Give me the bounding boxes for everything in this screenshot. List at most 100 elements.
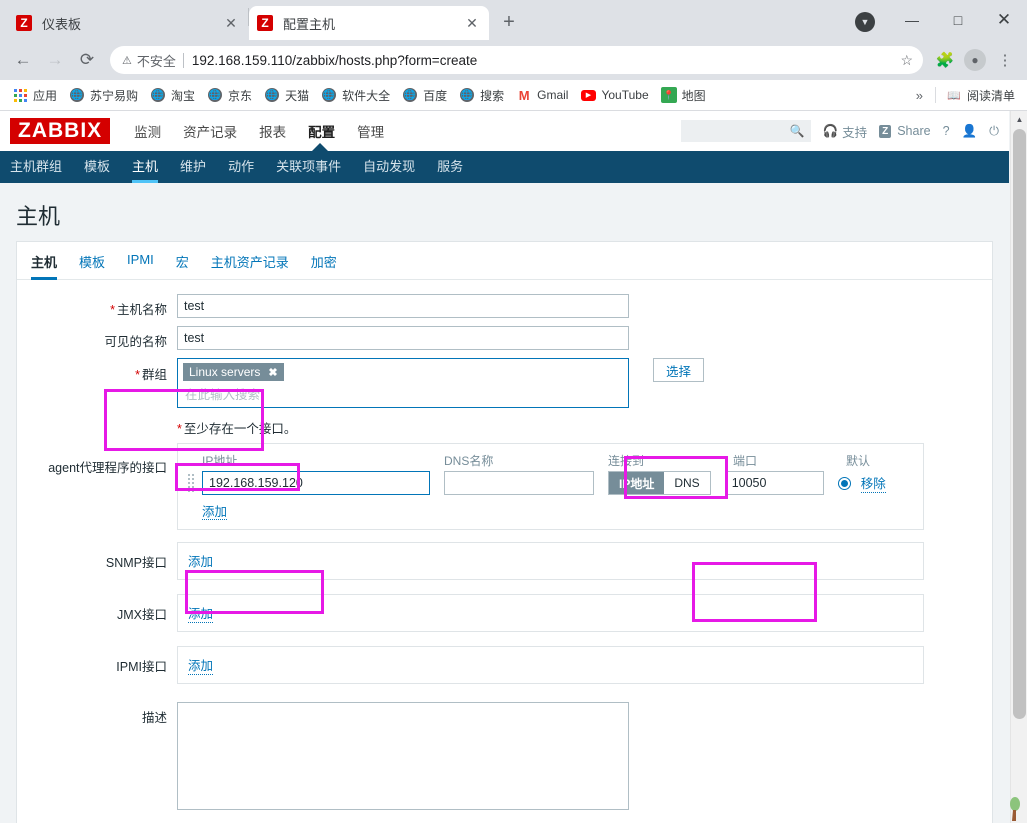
subnav-item-discovery[interactable]: 自动发现 bbox=[363, 151, 415, 183]
page-viewport: ZABBIX 监测 资产记录 报表 配置 管理 🔍 🎧 支持 Z Share ?… bbox=[0, 111, 1027, 823]
bookmark-taobao[interactable]: 🌐 淘宝 bbox=[144, 83, 201, 107]
bookmarks-overflow-icon[interactable]: » bbox=[908, 88, 931, 103]
interface-dns-input[interactable] bbox=[444, 471, 594, 495]
subnav-item-maintenance[interactable]: 维护 bbox=[180, 151, 206, 183]
bookmark-baidu[interactable]: 🌐 百度 bbox=[396, 83, 453, 107]
drag-handle-icon[interactable] bbox=[188, 474, 198, 492]
interface-hint-spacer bbox=[17, 418, 177, 423]
browser-tab-configure-host[interactable]: Z 配置主机 ✕ bbox=[249, 6, 489, 40]
bookmark-label: 天猫 bbox=[285, 88, 310, 103]
bookmark-search[interactable]: 🌐 搜索 bbox=[453, 83, 510, 107]
search-input[interactable] bbox=[686, 123, 805, 139]
bookmark-label: 苏宁易购 bbox=[90, 88, 139, 103]
group-chip-linux-servers[interactable]: Linux servers ✖ bbox=[183, 363, 284, 381]
support-link[interactable]: 🎧 支持 bbox=[823, 122, 868, 141]
connect-to-option-dns[interactable]: DNS bbox=[664, 472, 710, 494]
globe-icon: 🌐 bbox=[151, 88, 166, 102]
avatar: ● bbox=[964, 49, 986, 71]
page-scrollbar[interactable]: ▲ bbox=[1010, 111, 1027, 823]
connect-to-toggle[interactable]: IP地址 DNS bbox=[608, 471, 711, 495]
profile-icon[interactable]: ● bbox=[961, 46, 989, 74]
bookmark-maps[interactable]: 📍 地图 bbox=[655, 83, 712, 107]
col-header-dns: DNS名称 bbox=[444, 454, 494, 468]
subnav-item-actions[interactable]: 动作 bbox=[228, 151, 254, 183]
bookmark-suning[interactable]: 🌐 苏宁易购 bbox=[63, 83, 144, 107]
subnav-item-hosts[interactable]: 主机 bbox=[132, 151, 159, 183]
tab-host[interactable]: 主机 bbox=[31, 252, 58, 280]
download-indicator-icon[interactable]: ▼ bbox=[855, 12, 875, 32]
agent-interface-column-headers: IP地址 DNS名称 连接到 端口 默认 bbox=[188, 452, 913, 469]
groups-search-placeholder[interactable]: 在此输入搜索 bbox=[183, 381, 623, 404]
reading-list-label: 阅读清单 bbox=[966, 88, 1015, 103]
zabbix-logo[interactable]: ZABBIX bbox=[10, 118, 111, 144]
groups-multiselect[interactable]: Linux servers ✖ 在此输入搜索 bbox=[177, 358, 629, 408]
visible-name-input[interactable] bbox=[177, 326, 629, 350]
bookmark-star-icon[interactable]: ☆ bbox=[900, 52, 913, 69]
bookmark-jd[interactable]: 🌐 京东 bbox=[201, 83, 258, 107]
back-icon[interactable]: ← bbox=[8, 45, 38, 75]
browser-tab-dashboard[interactable]: Z 仪表板 ✕ bbox=[8, 6, 248, 40]
browser-tab-title: 仪表板 bbox=[42, 16, 82, 32]
add-snmp-interface-link[interactable]: 添加 bbox=[188, 551, 214, 571]
minimize-button[interactable]: — bbox=[889, 0, 935, 40]
interface-port-input[interactable] bbox=[724, 471, 824, 495]
interface-ip-input[interactable] bbox=[202, 471, 430, 495]
remove-interface-link[interactable]: 移除 bbox=[860, 473, 886, 493]
nav-item-administration[interactable]: 管理 bbox=[357, 111, 384, 151]
bookmark-apps[interactable]: 应用 bbox=[6, 83, 63, 107]
nav-item-reports[interactable]: 报表 bbox=[259, 111, 286, 151]
menu-icon[interactable]: ⋮ bbox=[991, 46, 1019, 74]
col-header-ip: IP地址 bbox=[202, 454, 238, 468]
close-icon[interactable]: ✕ bbox=[222, 14, 240, 32]
subnav-item-services[interactable]: 服务 bbox=[437, 151, 463, 183]
add-ipmi-interface-link[interactable]: 添加 bbox=[188, 655, 214, 675]
signout-link[interactable]: ⏻ bbox=[989, 124, 999, 139]
close-icon[interactable]: ✖ bbox=[268, 366, 277, 379]
close-icon[interactable]: ✕ bbox=[463, 14, 481, 32]
decorative-corner-icon bbox=[1010, 797, 1020, 821]
default-interface-radio[interactable] bbox=[837, 476, 851, 490]
user-profile-link[interactable]: 👤 bbox=[962, 124, 978, 139]
jmx-interface-label: JMX接口 bbox=[116, 608, 167, 622]
maximize-button[interactable]: □ bbox=[935, 0, 981, 40]
subnav-item-correlation[interactable]: 关联项事件 bbox=[276, 151, 341, 183]
apps-grid-icon bbox=[12, 87, 28, 103]
description-textarea[interactable] bbox=[177, 702, 629, 810]
tab-encryption[interactable]: 加密 bbox=[311, 252, 337, 279]
subnav-item-templates[interactable]: 模板 bbox=[84, 151, 110, 183]
bookmark-gmail[interactable]: M Gmail bbox=[510, 83, 574, 107]
close-window-button[interactable]: ✕ bbox=[981, 0, 1027, 40]
zabbix-favicon-icon: Z bbox=[257, 15, 273, 31]
snmp-interface-box: 添加 bbox=[177, 542, 924, 580]
bookmark-tmall[interactable]: 🌐 天猫 bbox=[258, 83, 315, 107]
share-link[interactable]: Z Share bbox=[879, 124, 931, 138]
extensions-icon[interactable]: 🧩 bbox=[931, 46, 959, 74]
global-search-box[interactable]: 🔍 bbox=[680, 120, 811, 142]
bookmark-youtube[interactable]: ▶ YouTube bbox=[574, 83, 654, 107]
forward-icon[interactable]: → bbox=[40, 45, 70, 75]
reload-icon[interactable]: ⟳ bbox=[72, 45, 102, 75]
nav-item-inventory[interactable]: 资产记录 bbox=[183, 111, 237, 151]
help-link[interactable]: ? bbox=[943, 124, 950, 138]
bookmark-software[interactable]: 🌐 软件大全 bbox=[315, 83, 396, 107]
add-jmx-interface-link[interactable]: 添加 bbox=[188, 603, 214, 623]
tab-ipmi[interactable]: IPMI bbox=[127, 252, 154, 279]
connect-to-option-ip[interactable]: IP地址 bbox=[609, 472, 665, 494]
scrollbar-thumb[interactable] bbox=[1013, 129, 1026, 719]
scroll-up-icon[interactable]: ▲ bbox=[1011, 111, 1027, 128]
jmx-interface-box: 添加 bbox=[177, 594, 924, 632]
address-bar[interactable]: ⚠ 不安全 192.168.159.110/zabbix/hosts.php?f… bbox=[110, 46, 923, 74]
host-name-input[interactable] bbox=[177, 294, 629, 318]
add-agent-interface-link[interactable]: 添加 bbox=[202, 505, 228, 520]
required-marker: * bbox=[110, 303, 115, 317]
subnav-item-host-groups[interactable]: 主机群组 bbox=[10, 151, 62, 183]
agent-interface-label: agent代理程序的接口 bbox=[48, 461, 167, 475]
tab-inventory[interactable]: 主机资产记录 bbox=[211, 252, 289, 279]
ipmi-interface-field-wrap: 添加 bbox=[177, 646, 992, 684]
select-group-button[interactable]: 选择 bbox=[653, 358, 705, 382]
new-tab-button[interactable]: + bbox=[495, 8, 523, 36]
reading-list-button[interactable]: 📖 阅读清单 bbox=[940, 83, 1021, 107]
nav-item-monitoring[interactable]: 监测 bbox=[134, 111, 161, 151]
tab-templates[interactable]: 模板 bbox=[79, 252, 105, 279]
tab-macros[interactable]: 宏 bbox=[176, 252, 189, 279]
